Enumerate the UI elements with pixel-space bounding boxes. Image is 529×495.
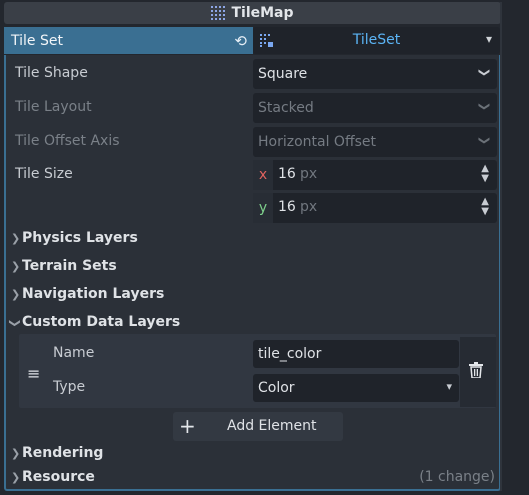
tile-set-property[interactable]: Tile Set ⟲ (4, 27, 253, 54)
section-physics-layers-label: Physics Layers (22, 230, 138, 246)
tile-layout-select[interactable]: Stacked ❯ (253, 93, 497, 123)
chevron-down-icon: ❯ (477, 67, 491, 78)
tile-shape-select[interactable]: Square ❯ (253, 59, 497, 89)
revert-icon[interactable]: ⟲ (234, 32, 247, 50)
tile-size-x-spinbox[interactable]: x 16 px ▲ ▼ (253, 160, 497, 190)
section-resource-label: Resource (22, 469, 95, 485)
tile-offset-axis-value: Horizontal Offset (258, 134, 376, 150)
chevron-down-icon: ▾ (446, 380, 452, 393)
x-axis-label: x (253, 160, 273, 190)
tile-size-y-value: 16 (278, 199, 296, 215)
chevron-down-icon[interactable]: ▾ (486, 32, 492, 46)
tile-offset-axis-label: Tile Offset Axis (15, 133, 120, 149)
tile-size-x-unit: px (300, 166, 318, 182)
remove-element-area (460, 337, 496, 407)
tile-offset-axis-select[interactable]: Horizontal Offset ❯ (253, 127, 497, 157)
chevron-down-icon: ❯ (8, 318, 22, 328)
tile-layout-value: Stacked (258, 100, 314, 116)
section-custom-data-layers-label: Custom Data Layers (22, 314, 181, 330)
custom-data-type-select[interactable]: Color ▾ (253, 374, 459, 402)
resource-changes-count: (1 change) (419, 469, 495, 485)
custom-data-name-input[interactable]: tile_color (253, 340, 459, 368)
tile-set-value: TileSet (352, 32, 401, 48)
add-element-label: Add Element (227, 418, 317, 434)
chevron-down-icon: ❯ (477, 135, 491, 146)
section-navigation-layers[interactable]: ❯ Navigation Layers (11, 286, 164, 302)
chevron-down-icon: ❯ (477, 101, 491, 112)
custom-data-type-label: Type (53, 379, 86, 395)
tile-size-x-value: 16 (278, 166, 296, 182)
chevron-right-icon: ❯ (11, 287, 21, 301)
tile-set-label: Tile Set (11, 32, 63, 49)
tile-shape-label: Tile Shape (15, 65, 88, 81)
custom-data-name-label: Name (53, 345, 95, 361)
section-resource[interactable]: ❯ Resource (11, 469, 95, 485)
tilemap-grid-icon (211, 6, 226, 20)
add-element-button[interactable]: + Add Element (173, 412, 343, 441)
section-custom-data-layers[interactable]: ❯ Custom Data Layers (8, 314, 181, 330)
section-rendering-label: Rendering (22, 445, 104, 461)
tile-layout-label: Tile Layout (15, 99, 92, 115)
spin-arrows-icon[interactable]: ▲ ▼ (481, 197, 489, 217)
scrollbar-track[interactable] (500, 2, 502, 491)
section-physics-layers[interactable]: ❯ Physics Layers (11, 230, 138, 246)
chevron-right-icon: ❯ (11, 231, 21, 245)
chevron-right-icon: ❯ (11, 259, 21, 273)
custom-data-type-value: Color (258, 380, 295, 396)
section-rendering[interactable]: ❯ Rendering (11, 445, 103, 461)
y-axis-label: y (253, 193, 273, 223)
spin-arrows-icon[interactable]: ▲ ▼ (481, 164, 489, 184)
tile-size-y-unit: px (300, 199, 318, 215)
tile-size-y-spinbox[interactable]: y 16 px ▲ ▼ (253, 193, 497, 223)
custom-data-name-value: tile_color (258, 346, 322, 362)
trash-icon[interactable] (469, 362, 483, 378)
section-navigation-layers-label: Navigation Layers (22, 286, 165, 302)
tile-shape-value: Square (258, 66, 308, 82)
chevron-right-icon: ❯ (11, 446, 21, 460)
inspector-header: TileMap (4, 2, 501, 24)
chevron-right-icon: ❯ (11, 470, 21, 484)
plus-icon: + (179, 414, 196, 438)
drag-handle-icon[interactable]: ≡ (27, 364, 40, 383)
tile-size-label: Tile Size (15, 166, 73, 182)
tile-set-resource-picker[interactable]: TileSet ▾ (253, 27, 500, 54)
header-title: TileMap (231, 5, 294, 21)
section-terrain-sets-label: Terrain Sets (22, 258, 117, 274)
section-terrain-sets[interactable]: ❯ Terrain Sets (11, 258, 117, 274)
